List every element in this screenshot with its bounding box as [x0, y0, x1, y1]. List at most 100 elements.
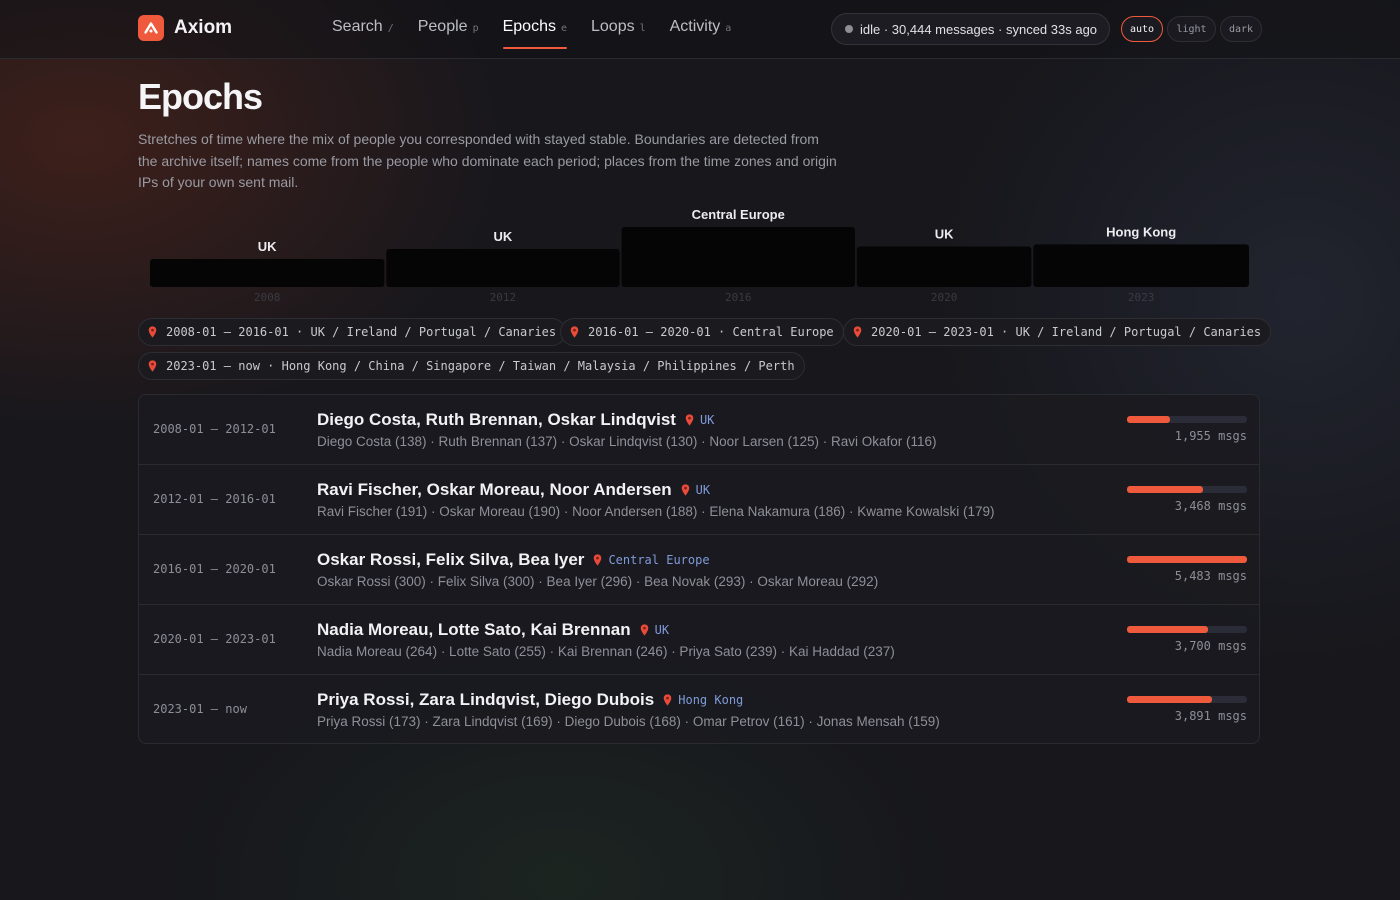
nav-loops[interactable]: Loops l [591, 18, 646, 48]
epoch-names: Nadia Moreau, Lotte Sato, Kai Brennan [317, 620, 631, 639]
nav-loops-shortcut: l [639, 23, 646, 34]
epoch-title: Priya Rossi, Zara Lindqvist, Diego Duboi… [317, 690, 743, 710]
place-chip-label: 2020-01 — 2023-01 · UK / Ireland / Portu… [871, 325, 1262, 339]
timeline-place-label: UK [258, 239, 277, 254]
timeline-epoch-block[interactable] [150, 259, 385, 287]
location-pin-icon [853, 326, 862, 338]
message-share-bar [1127, 486, 1247, 493]
app-name[interactable]: Axiom [174, 17, 232, 39]
nav-epochs[interactable]: Epochs e [502, 18, 568, 49]
epoch-row[interactable]: 2008-01 — 2012-01 Diego Costa, Ruth Bren… [139, 395, 1259, 465]
epoch-range: 2012-01 — 2016-01 [153, 492, 276, 506]
nav-activity[interactable]: Activity a [670, 18, 732, 48]
message-count: 1,955 msgs [1174, 429, 1247, 443]
nav-people-label: People [417, 18, 468, 35]
place-chip-label: 2023-01 — now · Hong Kong / China / Sing… [166, 359, 795, 373]
message-count: 3,700 msgs [1174, 639, 1247, 653]
place-chip-label: 2016-01 — 2020-01 · Central Europe [588, 325, 834, 339]
epoch-range: 2023-01 — now [153, 702, 247, 716]
place-chip[interactable]: 2020-01 — 2023-01 · UK / Ireland / Portu… [843, 318, 1272, 346]
place-chip[interactable]: 2023-01 — now · Hong Kong / China / Sing… [138, 352, 805, 380]
timeline-year-label: 2012 [490, 291, 517, 304]
sync-status-text: idle · 30,444 messages · synced 33s ago [860, 21, 1098, 37]
page-title: Epochs [138, 76, 263, 117]
timeline-year-label: 2008 [254, 291, 281, 304]
message-share-fill [1127, 626, 1208, 633]
message-share-bar [1127, 416, 1247, 423]
nav-epochs-label: Epochs [502, 18, 556, 35]
location-pin-icon [594, 554, 602, 566]
epoch-people: Diego Costa (138) · Ruth Brennan (137) ·… [317, 434, 937, 449]
location-pin-icon [681, 484, 689, 496]
message-count: 3,891 msgs [1174, 709, 1247, 723]
status-dot-icon [845, 25, 853, 33]
timeline-epoch-block[interactable] [621, 227, 855, 287]
message-share-fill [1127, 486, 1203, 493]
epoch-names: Ravi Fischer, Oskar Moreau, Noor Anderse… [317, 480, 672, 499]
nav-loops-label: Loops [591, 18, 635, 35]
epoch-row[interactable]: 2016-01 — 2020-01 Oskar Rossi, Felix Sil… [139, 535, 1259, 605]
epoch-people: Oskar Rossi (300) · Felix Silva (300) · … [317, 574, 879, 589]
nav-people[interactable]: People p [418, 18, 479, 48]
timeline-epoch-block[interactable] [1033, 244, 1249, 287]
epoch-list: 2008-01 — 2012-01 Diego Costa, Ruth Bren… [138, 394, 1260, 744]
nav-search[interactable]: Search / [332, 18, 394, 48]
epoch-people: Priya Rossi (173) · Zara Lindqvist (169)… [317, 714, 940, 729]
timeline-place-label: UK [935, 227, 954, 242]
epoch-range: 2020-01 — 2023-01 [153, 632, 276, 646]
timeline-epoch-block[interactable] [386, 249, 620, 287]
message-share-fill [1127, 416, 1170, 423]
epoch-title: Nadia Moreau, Lotte Sato, Kai Brennan UK [317, 620, 669, 640]
nav-activity-label: Activity [669, 18, 721, 35]
page-description: Stretches of time where the mix of peopl… [138, 131, 837, 190]
epoch-place: UK [654, 623, 670, 637]
message-count: 3,468 msgs [1174, 499, 1247, 513]
place-chip-label: 2008-01 — 2016-01 · UK / Ireland / Portu… [166, 325, 557, 339]
place-chip[interactable]: 2016-01 — 2020-01 · Central Europe [560, 318, 844, 346]
epoch-place: UK [695, 483, 711, 497]
theme-light-button[interactable]: light [1167, 16, 1216, 42]
epoch-title: Oskar Rossi, Felix Silva, Bea Iyer Centr… [317, 550, 710, 570]
message-share-fill [1127, 696, 1212, 703]
timeline-year-label: 2016 [725, 291, 752, 304]
epoch-people: Nadia Moreau (264) · Lotte Sato (255) · … [317, 644, 895, 659]
epoch-place: UK [699, 413, 715, 427]
epoch-names: Oskar Rossi, Felix Silva, Bea Iyer [317, 550, 585, 569]
sync-status: idle · 30,444 messages · synced 33s ago [831, 13, 1110, 45]
theme-auto-button[interactable]: auto [1121, 16, 1163, 42]
message-count: 5,483 msgs [1174, 569, 1247, 583]
place-chip[interactable]: 2008-01 — 2016-01 · UK / Ireland / Portu… [138, 318, 567, 346]
message-share-fill [1127, 556, 1247, 563]
epoch-title: Ravi Fischer, Oskar Moreau, Noor Anderse… [317, 480, 710, 500]
epoch-range: 2016-01 — 2020-01 [153, 562, 276, 576]
epoch-names: Priya Rossi, Zara Lindqvist, Diego Duboi… [317, 690, 655, 709]
location-pin-icon [663, 694, 672, 706]
epoch-row[interactable]: 2023-01 — now Priya Rossi, Zara Lindqvis… [139, 675, 1259, 743]
epoch-title: Diego Costa, Ruth Brennan, Oskar Lindqvi… [317, 410, 714, 430]
message-share-bar [1127, 696, 1247, 703]
location-pin-icon [685, 414, 694, 426]
main-nav: Search / People p Epochs e Loops l Activity a [332, 18, 755, 49]
epoch-row[interactable]: 2012-01 — 2016-01 Ravi Fischer, Oskar Mo… [139, 465, 1259, 535]
location-pin-icon [148, 326, 157, 338]
epoch-people: Ravi Fischer (191) · Oskar Moreau (190) … [317, 504, 995, 519]
timeline-year-label: 2020 [931, 291, 958, 304]
top-bar: Axiom Search / People p Epochs e Loops l Act… [0, 0, 1400, 59]
epoch-place: Hong Kong [678, 693, 744, 707]
epoch-names: Diego Costa, Ruth Brennan, Oskar Lindqvi… [317, 410, 676, 429]
timeline-year-label: 2023 [1128, 291, 1155, 304]
message-share-bar [1127, 556, 1247, 563]
epoch-row[interactable]: 2020-01 — 2023-01 Nadia Moreau, Lotte Sa… [139, 605, 1259, 675]
axiom-logo-icon[interactable] [138, 15, 164, 41]
nav-activity-shortcut: a [725, 23, 732, 34]
timeline-place-label: UK [494, 229, 513, 244]
timeline-place-label: Hong Kong [1106, 224, 1176, 239]
timeline-epoch-block[interactable] [856, 246, 1032, 287]
nav-people-shortcut: p [472, 23, 479, 34]
theme-dark-button[interactable]: dark [1220, 16, 1262, 42]
timeline-place-label: Central Europe [692, 207, 785, 222]
nav-epochs-shortcut: e [560, 23, 567, 34]
location-pin-icon [148, 360, 157, 372]
location-pin-icon [570, 326, 579, 338]
epoch-place: Central Europe [608, 553, 710, 567]
